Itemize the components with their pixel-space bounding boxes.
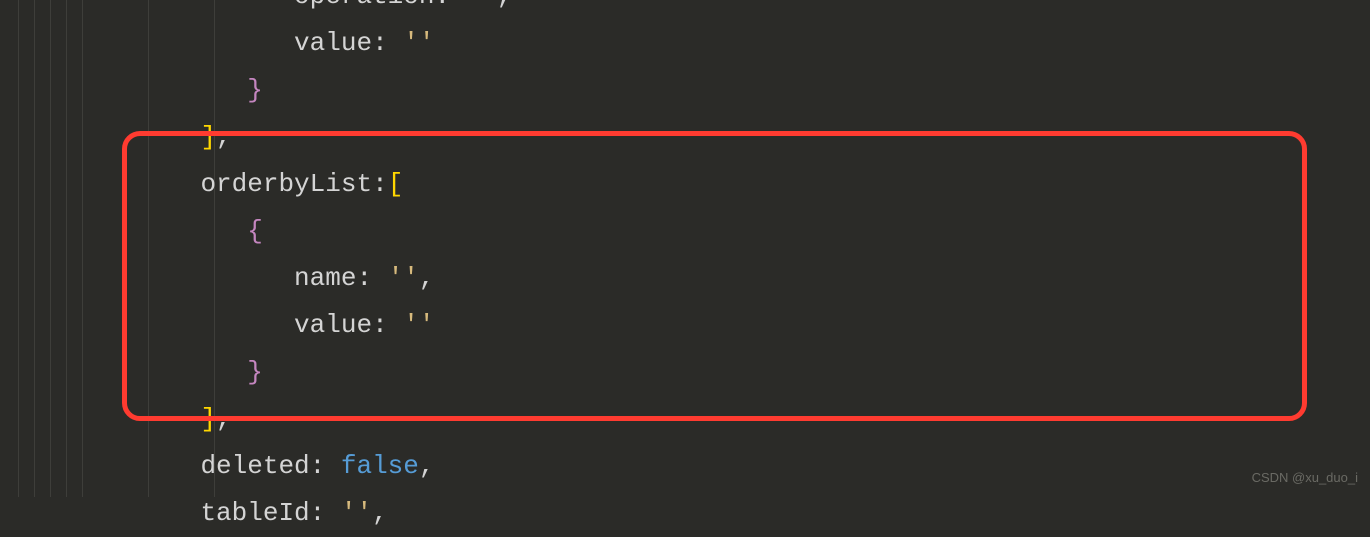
token-punct: , — [419, 451, 435, 481]
code-line[interactable]: operation: '', — [60, 0, 1370, 20]
code-line[interactable]: } — [60, 349, 1370, 396]
token-punct: , — [497, 0, 513, 11]
token-prop: value — [294, 310, 372, 340]
code-line[interactable]: deleted: false, — [60, 443, 1370, 490]
token-string: '' — [388, 263, 419, 293]
code-line[interactable]: tableId: '', — [60, 490, 1370, 537]
token-punct: : — [372, 310, 403, 340]
code-line[interactable]: value: '' — [60, 20, 1370, 67]
code-editor[interactable]: operation: '', value: '' } ], orderbyLis… — [0, 0, 1370, 537]
token-sqbracket: [ — [388, 169, 404, 199]
token-prop: value — [294, 28, 372, 58]
code-line[interactable]: ], — [60, 114, 1370, 161]
token-brace: } — [247, 357, 263, 387]
token-sqbracket: ] — [200, 122, 216, 152]
token-brace: } — [247, 75, 263, 105]
token-prop: orderbyList — [200, 169, 372, 199]
token-bool: false — [341, 451, 419, 481]
token-prop: deleted — [200, 451, 309, 481]
token-brace: { — [247, 216, 263, 246]
token-punct: : — [372, 169, 388, 199]
token-punct: , — [216, 404, 232, 434]
token-punct: , — [419, 263, 435, 293]
token-sqbracket: ] — [200, 404, 216, 434]
code-line[interactable]: orderbyList:[ — [60, 161, 1370, 208]
token-string: '' — [403, 310, 434, 340]
token-punct: : — [434, 0, 465, 11]
token-punct: , — [216, 122, 232, 152]
token-prop: operation — [294, 0, 434, 11]
code-line[interactable]: name: '', — [60, 255, 1370, 302]
token-punct: : — [356, 263, 387, 293]
token-punct: : — [310, 451, 341, 481]
code-line[interactable]: value: '' — [60, 302, 1370, 349]
token-prop: name — [294, 263, 356, 293]
token-punct: : — [372, 28, 403, 58]
code-line[interactable]: } — [60, 67, 1370, 114]
watermark: CSDN @xu_duo_i — [1252, 466, 1358, 489]
token-string: '' — [466, 0, 497, 11]
code-line[interactable]: ], — [60, 396, 1370, 443]
code-line[interactable]: { — [60, 208, 1370, 255]
token-string: '' — [403, 28, 434, 58]
